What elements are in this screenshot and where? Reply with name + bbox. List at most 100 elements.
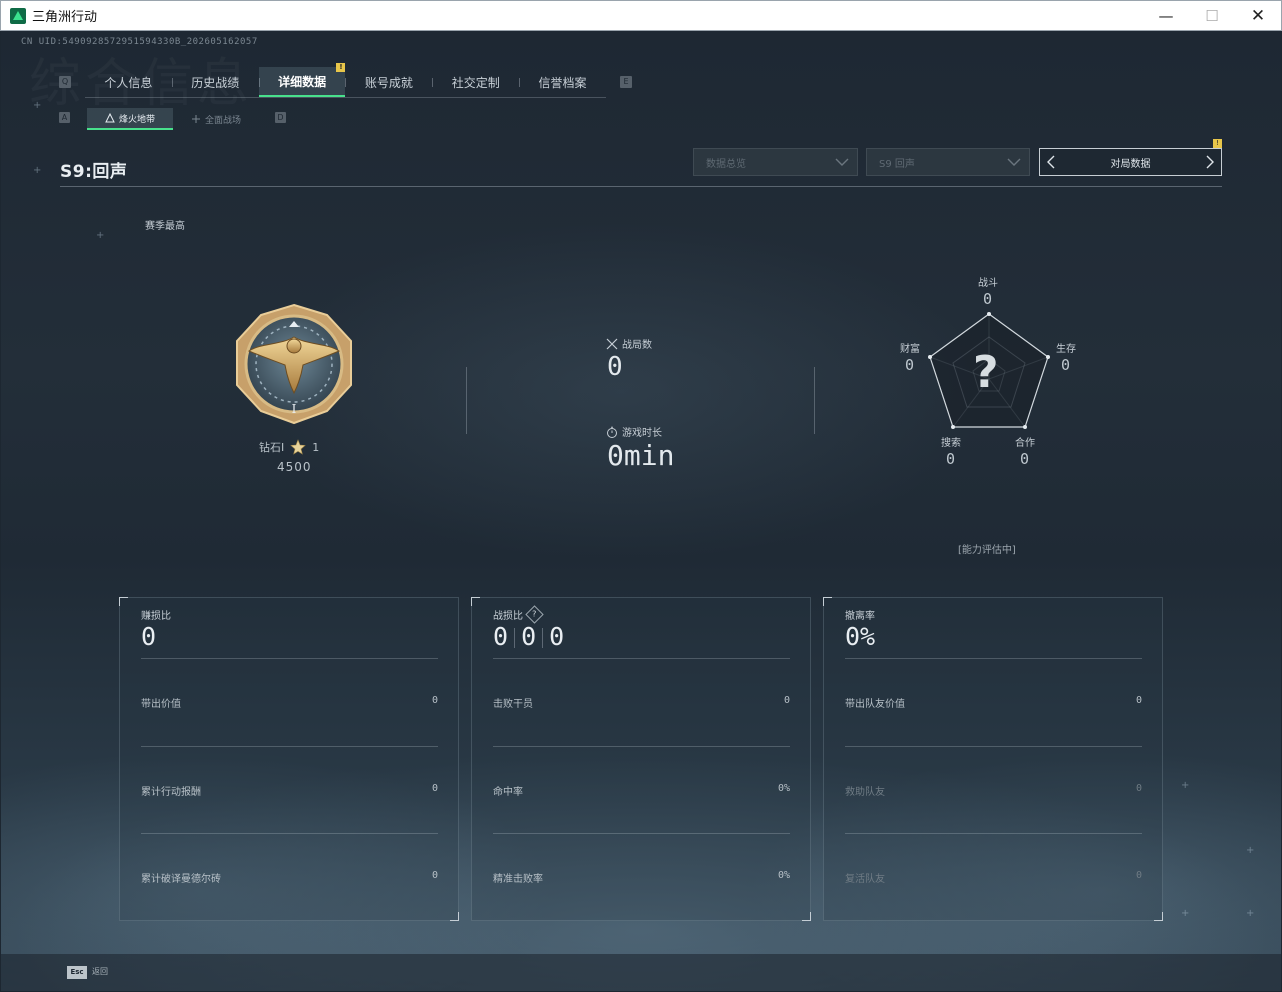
dropdown-value: 数据总览 — [706, 158, 746, 170]
radar-label-search: 搜索 — [941, 438, 961, 449]
kill-death-panel: 战损比 ? 0 0 0 击败干员 0 命中率 0% 精准击败率 0% — [471, 597, 811, 921]
radar-value-cooperation: 0 — [1020, 450, 1030, 468]
extraction-rate-value: 0% — [845, 622, 876, 651]
crosshair-mark: + — [1181, 780, 1190, 791]
list-item: 累计破译曼德尔砖 0 — [141, 870, 438, 885]
tab-label: 个人信息 — [104, 75, 153, 90]
kd-value: 0 — [493, 622, 509, 651]
panel-title: 撤离率 — [845, 611, 875, 622]
list-item: 击败干员 0 — [493, 695, 790, 710]
chevron-down-icon — [1007, 158, 1021, 166]
panel-divider — [493, 833, 790, 834]
row-label: 救助队友 — [845, 787, 885, 798]
help-glyph: ? — [532, 610, 537, 619]
rank-medal-icon: I — [236, 303, 352, 425]
row-value: 0 — [783, 695, 790, 706]
season-best-caption: 赛季最高 — [145, 221, 185, 232]
close-button[interactable]: ✕ — [1235, 1, 1281, 31]
playtime-label-row: 游戏时长 — [606, 424, 662, 439]
panel-title: 赚损比 — [141, 611, 171, 622]
list-item: 复活队友 0 — [845, 870, 1142, 885]
radar-label-survival: 生存 — [1056, 344, 1076, 355]
value-separator — [542, 628, 544, 648]
season-title: S9:回声 — [60, 162, 128, 182]
radar-value-combat: 0 — [983, 290, 993, 308]
matches-value: 0 — [607, 352, 623, 382]
main-tab-bar: 个人信息 历史战绩 详细数据 ! 账号成就 社交定制 信誉档案 — [85, 63, 606, 98]
tab-detailed-data[interactable]: 详细数据 ! — [258, 63, 346, 97]
radar-label-cooperation: 合作 — [1015, 438, 1035, 449]
row-value: 0% — [777, 783, 790, 794]
row-value: 0 — [431, 783, 438, 794]
key-hint-right: D — [275, 112, 286, 123]
back-label[interactable]: 返回 — [92, 966, 108, 977]
tab-extraction-mode[interactable]: 烽火地带 — [87, 108, 173, 130]
rank-line: 钻石I 1 — [259, 439, 319, 455]
svg-text:I: I — [292, 402, 297, 416]
key-hint-right: E — [620, 76, 632, 88]
matches-label: 战局数 — [622, 340, 652, 351]
row-label: 累计行动报酬 — [141, 787, 201, 798]
row-label: 带出价值 — [141, 699, 181, 710]
chevron-right-icon[interactable] — [1203, 155, 1217, 169]
help-icon[interactable]: ? — [525, 605, 544, 624]
minimize-button[interactable]: — — [1143, 1, 1189, 31]
list-item: 带出价值 0 — [141, 695, 438, 710]
row-value: 0 — [431, 695, 438, 706]
tab-label: 历史战绩 — [191, 75, 240, 90]
tab-achievements[interactable]: 账号成就 — [345, 67, 432, 97]
crosshair-mark: + — [1246, 908, 1255, 919]
panel-title: 战损比 — [493, 611, 523, 622]
radar-value-survival: 0 — [1061, 356, 1071, 374]
tab-label: 社交定制 — [451, 75, 500, 90]
season-dropdown[interactable]: S9 回声 — [866, 148, 1030, 176]
rank-name: 钻石I — [259, 441, 285, 454]
crosshair-mark: + — [33, 165, 42, 176]
profit-ratio-value: 0 — [141, 622, 157, 651]
panel-divider — [141, 746, 438, 747]
panel-divider — [493, 658, 790, 659]
tab-label: 信誉档案 — [538, 75, 587, 90]
row-label: 命中率 — [493, 787, 523, 798]
crossed-swords-icon — [606, 338, 618, 349]
list-item: 带出队友价值 0 — [845, 695, 1142, 710]
rank-score: 4500 — [277, 460, 312, 474]
list-item: 精准击败率 0% — [493, 870, 790, 885]
tab-social[interactable]: 社交定制 — [432, 67, 519, 97]
key-hint-left: A — [59, 112, 70, 123]
panel-divider — [141, 833, 438, 834]
radar-label-combat: 战斗 — [978, 278, 998, 289]
tab-label: 烽火地带 — [118, 114, 155, 125]
row-label: 累计破译曼德尔砖 — [141, 874, 221, 885]
row-value: 0 — [1135, 870, 1142, 881]
tab-history[interactable]: 历史战绩 — [171, 67, 259, 97]
section-divider — [466, 367, 467, 434]
panel-title-row: 战损比 ? — [493, 605, 544, 624]
tab-label: 账号成就 — [364, 75, 413, 90]
crosshair-mark: + — [96, 230, 105, 241]
playtime-label: 游戏时长 — [622, 428, 662, 439]
playtime-value: 0min — [607, 439, 675, 472]
section-divider — [814, 367, 815, 434]
warfare-mode-icon — [191, 115, 200, 123]
ability-assessment-status: [能力评估中] — [958, 545, 1016, 556]
row-label: 复活队友 — [845, 874, 885, 885]
tab-label: 详细数据 — [278, 74, 327, 89]
tab-reputation[interactable]: 信誉档案 — [519, 67, 606, 97]
row-value: 0 — [431, 870, 438, 881]
row-value: 0 — [1135, 695, 1142, 706]
kd-value: 0 — [549, 622, 565, 651]
maximize-button[interactable]: ☐ — [1189, 1, 1235, 31]
key-hint-left: Q — [59, 76, 71, 88]
row-label: 带出队友价值 — [845, 699, 905, 710]
window-titlebar: 三角洲行动 — ☐ ✕ — [0, 0, 1282, 31]
dropdown-value: S9 回声 — [879, 158, 915, 170]
bottom-bar — [1, 954, 1281, 991]
matches-label-row: 战局数 — [606, 336, 652, 351]
data-scope-dropdown[interactable]: 数据总览 — [693, 148, 858, 176]
tab-personal-info[interactable]: 个人信息 — [85, 67, 172, 97]
esc-key-hint[interactable]: Esc — [67, 966, 87, 979]
chevron-left-icon[interactable] — [1044, 155, 1058, 169]
tab-label: 全面战场 — [204, 115, 241, 126]
tab-warfare-mode[interactable]: 全面战场 — [173, 108, 259, 130]
